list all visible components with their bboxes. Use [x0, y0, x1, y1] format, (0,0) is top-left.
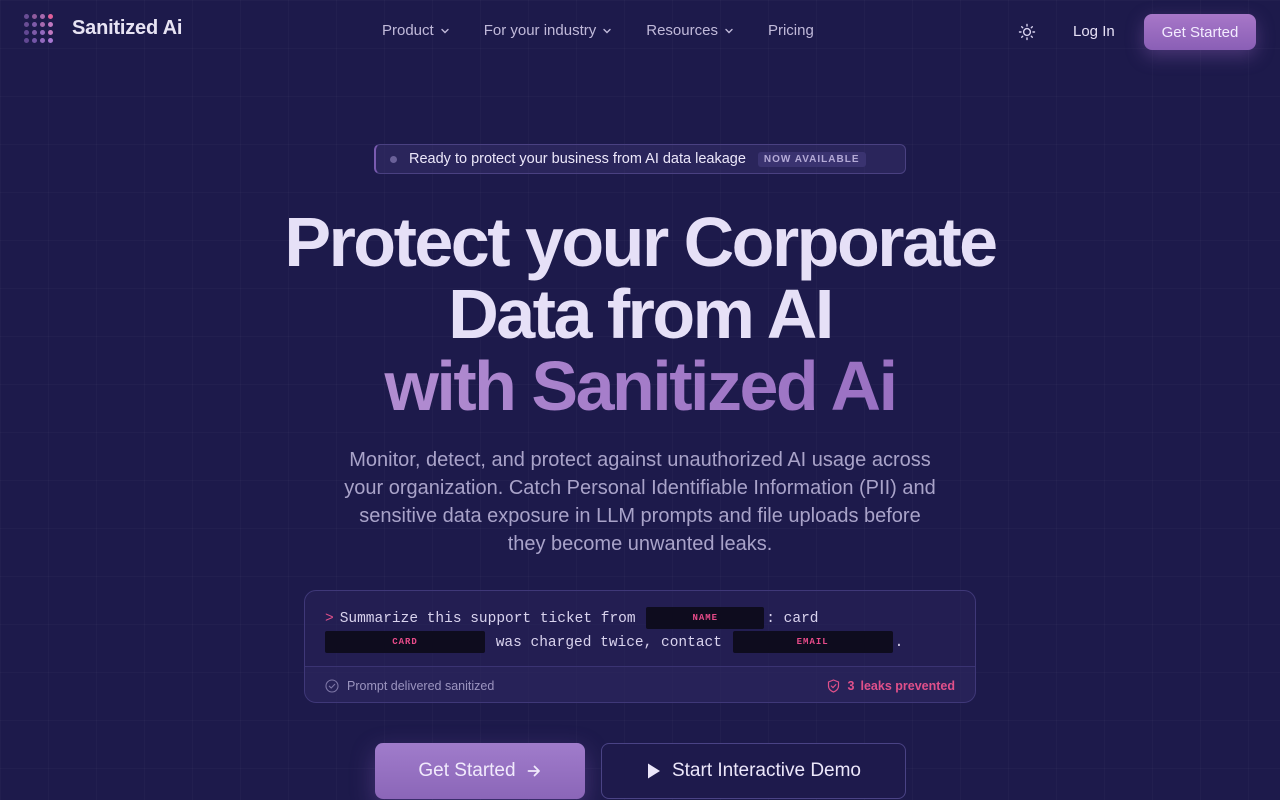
logo-dot [40, 38, 45, 43]
nav-link-product[interactable]: Product [382, 22, 450, 39]
brand-name: Sanitized Ai [72, 17, 183, 39]
logo-dot [40, 30, 45, 35]
logo-dot [32, 30, 37, 35]
prompt-segment: Summarize this support ticket from [339, 610, 636, 627]
announcement-text: Ready to protect your business from AI d… [409, 151, 746, 167]
logo-dot [24, 14, 29, 19]
nav-link-pricing[interactable]: Pricing [768, 22, 814, 39]
headline-line-3: with Sanitized Ai [0, 350, 1280, 422]
prompt-segment: : card [766, 610, 819, 627]
status-text: Prompt delivered sanitized [347, 678, 495, 693]
logo-dot [24, 38, 29, 43]
redacted-email: EMAIL [732, 630, 893, 653]
logo-dot [32, 22, 37, 27]
now-available-tag: NOW AVAILABLE [757, 151, 866, 167]
interactive-demo-button[interactable]: Start Interactive Demo [601, 743, 906, 799]
logo-dot [48, 38, 53, 43]
nav-links: Product For your industry Resources Pric… [382, 22, 848, 39]
prompt-text: > Summarize this support ticket from NAME… [305, 591, 975, 666]
nav-link-label: Resources [646, 22, 718, 39]
headline-prefix: with [384, 347, 532, 425]
logo-dot [48, 30, 53, 35]
sanitized-status: Prompt delivered sanitized [325, 679, 494, 693]
check-circle-icon [325, 678, 339, 693]
shield-check-icon [827, 678, 839, 693]
nav-link-label: Pricing [767, 22, 814, 39]
announcement-badge[interactable]: Ready to protect your business from AI d… [374, 144, 906, 174]
logo-dot [32, 14, 37, 19]
prompt-segment: was charged twice, contact [495, 634, 722, 651]
prompt-status-bar: Prompt delivered sanitized 3 leaks preve… [305, 666, 975, 702]
logo-dot [48, 22, 53, 27]
get-started-hero-button[interactable]: Get Started [375, 743, 585, 799]
status-dot-icon [390, 155, 397, 163]
leaks-label: leaks prevented [860, 678, 956, 693]
logo-dot [48, 14, 53, 19]
brand-logo[interactable]: Sanitized Ai [24, 14, 182, 43]
nav-link-industry[interactable]: For your industry [484, 22, 613, 39]
prompt-segment: . [894, 634, 904, 651]
theme-toggle-button[interactable] [1016, 21, 1038, 43]
logo-dot [32, 38, 37, 43]
prompt-symbol: > [325, 610, 334, 627]
chevron-down-icon [725, 28, 733, 33]
nav-link-label: For your industry [483, 22, 597, 39]
logo-dot [40, 22, 45, 27]
sun-icon [1018, 23, 1036, 41]
headline-brand-accent: Sanitized Ai [531, 347, 896, 425]
redacted-name: NAME [646, 607, 765, 629]
login-link[interactable]: Log In [1073, 23, 1115, 40]
button-label: Start Interactive Demo [671, 760, 862, 781]
logo-dot [24, 22, 29, 27]
logo-dot [40, 14, 45, 19]
redacted-card: CARD [325, 630, 485, 653]
headline-line-2: Data from AI [448, 275, 834, 353]
hero-headline: Protect your Corporate Data from AI with… [0, 206, 1280, 422]
chevron-down-icon [603, 28, 611, 33]
logo-mark-icon [24, 14, 60, 43]
nav-link-resources[interactable]: Resources [646, 22, 734, 39]
leaks-prevented-counter: 3 leaks prevented [827, 679, 955, 693]
leaks-count: 3 [847, 678, 855, 693]
button-label: Get Started [418, 760, 516, 781]
get-started-nav-button[interactable]: Get Started [1144, 14, 1256, 50]
play-icon [647, 763, 660, 779]
hero-subtitle: Monitor, detect, and protect against una… [344, 449, 936, 555]
headline-line-1: Protect your Corporate [284, 203, 998, 281]
top-navigation: Sanitized Ai Product For your industry R… [0, 0, 1280, 64]
chevron-down-icon [441, 28, 449, 33]
arrow-right-icon [527, 765, 540, 777]
nav-link-label: Product [382, 22, 434, 39]
sanitized-prompt-demo: > Summarize this support ticket from NAME… [304, 590, 976, 703]
logo-dot [24, 30, 29, 35]
